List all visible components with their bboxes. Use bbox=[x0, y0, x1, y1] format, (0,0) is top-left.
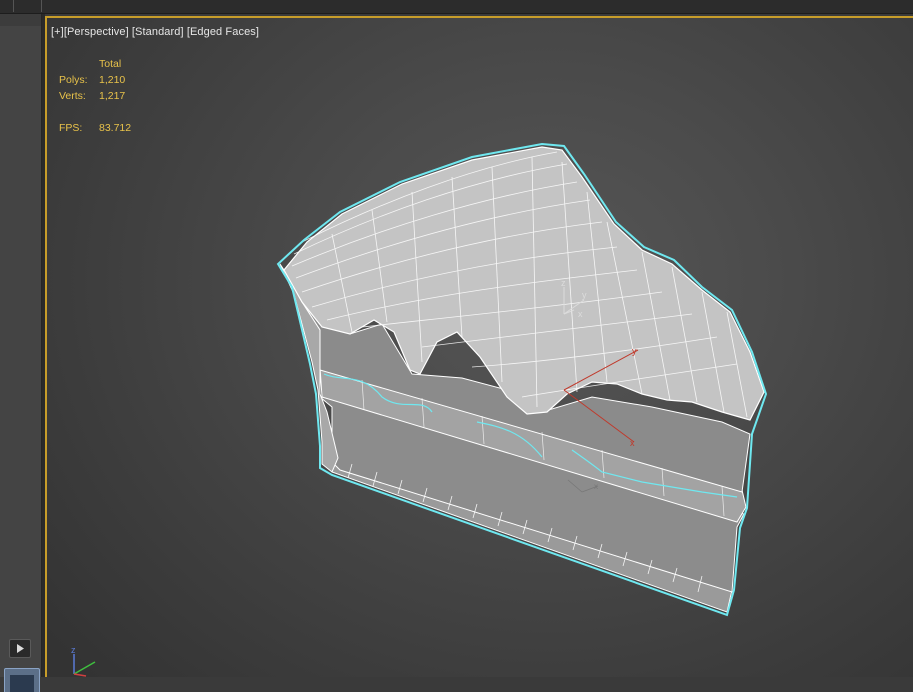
hidden-gizmo-x-label: x bbox=[594, 482, 598, 491]
toolbar-separator bbox=[41, 0, 42, 12]
red-gizmo-x-label: x bbox=[630, 438, 635, 448]
perspective-viewport[interactable]: [+][Perspective] [Standard] [Edged Faces… bbox=[45, 16, 913, 677]
gizmo-x-label: x bbox=[578, 309, 583, 319]
top-menu-bar bbox=[0, 0, 913, 14]
play-icon bbox=[17, 644, 24, 653]
world-x-axis bbox=[73, 673, 87, 677]
scene-canvas: z y x y x x z bbox=[71, 142, 768, 677]
world-axis-tripod: z bbox=[71, 645, 96, 677]
gizmo-z-label: z bbox=[561, 278, 566, 288]
play-button[interactable] bbox=[9, 639, 31, 658]
world-y-axis bbox=[73, 661, 96, 675]
red-gizmo-y-label: y bbox=[632, 346, 637, 356]
thumbnail-inner bbox=[10, 675, 34, 692]
gizmo-y-label: y bbox=[582, 290, 587, 300]
viewport-thumbnail-button[interactable] bbox=[4, 668, 40, 692]
left-command-panel bbox=[0, 14, 42, 692]
panel-header-strip bbox=[0, 14, 41, 26]
world-z-label: z bbox=[71, 645, 76, 655]
cake-slice-mesh[interactable] bbox=[276, 142, 768, 617]
toolbar-separator bbox=[13, 0, 14, 12]
